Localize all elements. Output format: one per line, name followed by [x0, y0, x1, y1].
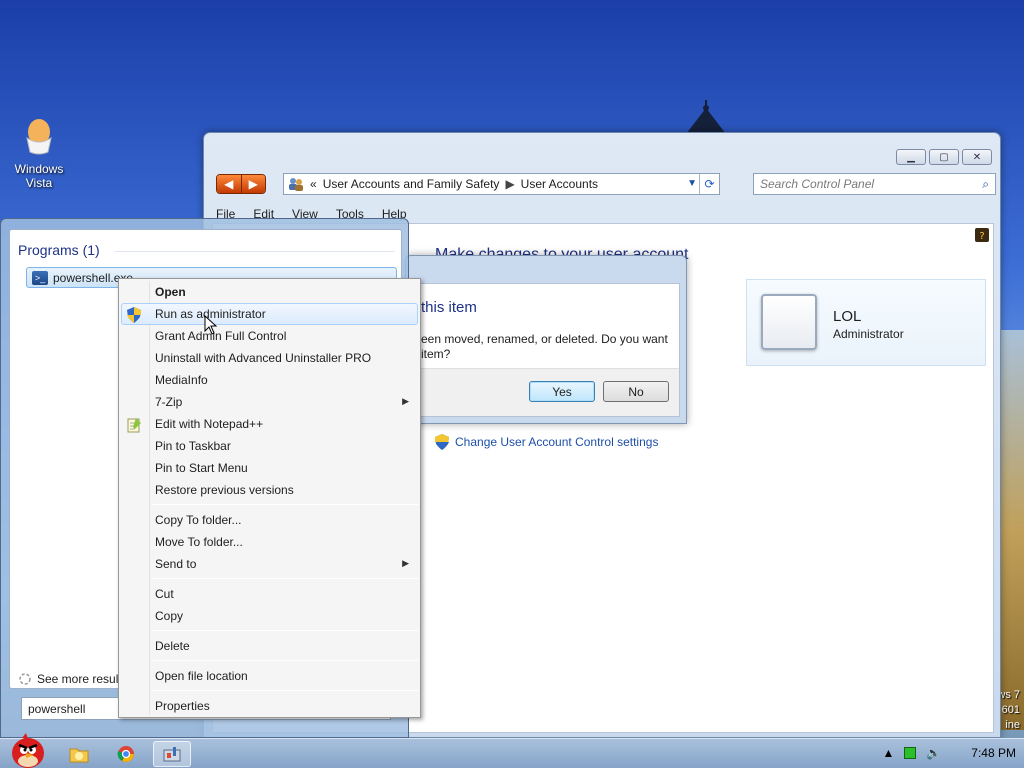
context-menu: Open Run as administrator Grant Admin Fu…: [118, 278, 421, 718]
tray-expand-icon[interactable]: ▲: [882, 746, 894, 760]
menu-item-restore-versions[interactable]: Restore previous versions: [121, 479, 418, 501]
missing-item-dialog: this item een moved, renamed, or deleted…: [405, 255, 687, 424]
menu-item-edit-notepad[interactable]: Edit with Notepad++: [121, 413, 418, 435]
forward-button[interactable]: ▶: [240, 175, 265, 193]
taskbar: ▲ 🔈 7:48 PM: [0, 733, 1024, 768]
menu-item-copy-to-folder[interactable]: Copy To folder...: [121, 509, 418, 531]
users-icon: [289, 178, 303, 191]
breadcrumb-item-user-accounts[interactable]: User Accounts: [521, 177, 598, 191]
maximize-button[interactable]: ▢: [929, 149, 959, 165]
mouse-cursor-icon: [204, 315, 218, 335]
user-tile[interactable]: LOL Administrator: [746, 279, 986, 366]
menu-item-move-to-folder[interactable]: Move To folder...: [121, 531, 418, 553]
menu-separator: [152, 660, 418, 661]
menu-separator: [152, 630, 418, 631]
desktop-icon-windows-vista[interactable]: Windows Vista: [8, 118, 70, 190]
network-status-icon[interactable]: [904, 747, 917, 759]
uac-shield-icon: [127, 307, 141, 323]
chevron-right-icon: ▶: [402, 396, 409, 406]
desktop-tower-silhouette: [686, 100, 726, 134]
dialog-title: this item: [421, 299, 477, 316]
search-placeholder: Search Control Panel: [760, 177, 875, 191]
menu-item-properties[interactable]: Properties: [121, 695, 418, 717]
desktop-icon-label: Windows Vista: [14, 162, 64, 190]
chevron-right-icon: ▶: [402, 558, 409, 568]
menu-item-open[interactable]: Open: [121, 281, 418, 303]
uac-settings-link[interactable]: Change User Account Control settings: [435, 434, 658, 450]
search-input[interactable]: Search Control Panel ⌕: [753, 173, 996, 195]
programs-header: Programs (1): [18, 242, 100, 258]
address-dropdown-icon[interactable]: ▼: [687, 178, 697, 189]
chrome-icon: [117, 746, 134, 762]
menu-item-pin-start[interactable]: Pin to Start Menu: [121, 457, 418, 479]
programs-divider: [115, 251, 395, 252]
menu-item-pin-taskbar[interactable]: Pin to Taskbar: [121, 435, 418, 457]
menu-item-label: 7-Zip: [155, 395, 183, 409]
dialog-body: this item een moved, renamed, or deleted…: [414, 283, 680, 417]
folder-icon: [69, 748, 89, 763]
notepad-plus-plus-icon: [127, 418, 141, 433]
menu-separator: [152, 504, 418, 505]
taskbar-clock[interactable]: 7:48 PM: [971, 746, 1016, 760]
taskbar-control-panel-button[interactable]: [153, 741, 191, 767]
back-button[interactable]: ◀: [217, 175, 241, 193]
menu-item-7zip[interactable]: 7-Zip ▶: [121, 391, 418, 413]
no-button[interactable]: No: [603, 381, 669, 402]
menu-item-open-file-location[interactable]: Open file location: [121, 665, 418, 687]
menu-separator: [152, 578, 418, 579]
address-bar[interactable]: « User Accounts and Family Safety ▶ User…: [283, 173, 720, 195]
menu-item-send-to[interactable]: Send to ▶: [121, 553, 418, 575]
svg-text:?: ?: [979, 231, 984, 242]
window-controls: ▁ ▢ ✕: [896, 149, 992, 165]
menu-item-copy[interactable]: Copy: [121, 605, 418, 627]
uac-shield-icon: [435, 434, 449, 450]
menu-item-run-as-administrator[interactable]: Run as administrator: [121, 303, 418, 325]
menu-item-cut[interactable]: Cut: [121, 583, 418, 605]
search-icon[interactable]: ⌕: [982, 177, 989, 192]
control-panel-icon: [163, 747, 181, 762]
menu-item-grant-admin[interactable]: Grant Admin Full Control: [121, 325, 418, 347]
avatar[interactable]: [761, 294, 817, 350]
see-more-label: See more results: [37, 672, 128, 686]
dialog-buttons: Yes No: [415, 368, 679, 416]
see-more-results-link[interactable]: See more results: [18, 672, 128, 686]
volume-icon[interactable]: 🔈: [926, 746, 941, 760]
nav-arrows: ◀ ▶: [216, 174, 266, 194]
breadcrumb-item-family-safety[interactable]: User Accounts and Family Safety: [323, 177, 500, 191]
user-role: Administrator: [833, 327, 904, 341]
system-tray: ▲ 🔈 7:48 PM: [882, 746, 1016, 760]
refresh-icon[interactable]: ⟳: [699, 174, 719, 194]
help-icon[interactable]: ?: [975, 228, 989, 242]
egg-cup-icon: [24, 118, 54, 158]
start-button-angry-bird-icon[interactable]: [4, 731, 50, 768]
menu-item-label: Send to: [155, 557, 197, 571]
breadcrumb-separator-icon: ▶: [505, 177, 515, 191]
search-results-icon: [19, 673, 31, 685]
user-name: LOL: [833, 308, 862, 325]
taskbar-chrome-button[interactable]: [107, 741, 145, 767]
dialog-message: een moved, renamed, or deleted. Do you w…: [421, 332, 668, 361]
menu-item-delete[interactable]: Delete: [121, 635, 418, 657]
close-button[interactable]: ✕: [962, 149, 992, 165]
menu-separator: [152, 690, 418, 691]
menu-item-label: Edit with Notepad++: [155, 417, 264, 431]
uac-link-label: Change User Account Control settings: [455, 435, 659, 449]
minimize-button[interactable]: ▁: [896, 149, 926, 165]
yes-button[interactable]: Yes: [529, 381, 595, 402]
menu-item-uninstall[interactable]: Uninstall with Advanced Uninstaller PRO: [121, 347, 418, 369]
taskbar-explorer-button[interactable]: [60, 741, 98, 767]
start-search-value: powershell: [28, 701, 86, 716]
breadcrumb-prefix[interactable]: «: [310, 177, 317, 191]
menu-item-mediainfo[interactable]: MediaInfo: [121, 369, 418, 391]
powershell-icon: >_: [32, 270, 48, 285]
